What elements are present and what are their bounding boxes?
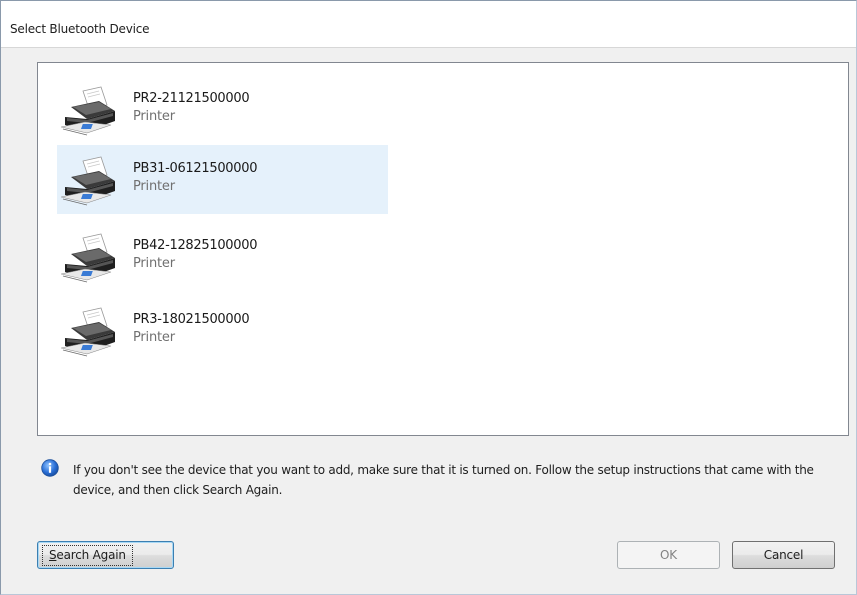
focus-rectangle: Search Again xyxy=(42,545,133,566)
device-name: PR3-18021500000 xyxy=(133,312,250,327)
device-type: Printer xyxy=(133,109,175,124)
dialog-header: Select Bluetooth Device xyxy=(1,1,856,48)
search-again-button[interactable]: Search Again xyxy=(37,541,174,569)
device-list[interactable]: PR2-21121500000 Printer PB31-06121500000… xyxy=(37,62,849,436)
device-type: Printer xyxy=(133,330,175,345)
device-name: PR2-21121500000 xyxy=(133,91,250,106)
printer-icon xyxy=(61,306,119,358)
device-type: Printer xyxy=(133,179,175,194)
device-item-2[interactable]: PB42-12825100000 Printer xyxy=(57,222,388,291)
search-again-label: earch Again xyxy=(56,548,126,562)
device-name: PB42-12825100000 xyxy=(133,238,258,253)
device-item-0[interactable]: PR2-21121500000 Printer xyxy=(57,75,388,144)
device-type: Printer xyxy=(133,256,175,271)
ok-button[interactable]: OK xyxy=(617,541,720,569)
printer-icon xyxy=(61,232,119,284)
select-bluetooth-device-dialog: Select Bluetooth Device PR2-21121500000 … xyxy=(0,0,857,595)
device-name: PB31-06121500000 xyxy=(133,161,258,176)
info-icon xyxy=(41,459,59,477)
printer-icon xyxy=(61,85,119,137)
device-item-1[interactable]: PB31-06121500000 Printer xyxy=(57,145,388,214)
cancel-button[interactable]: Cancel xyxy=(732,541,835,569)
dialog-title: Select Bluetooth Device xyxy=(10,22,150,36)
printer-icon xyxy=(61,155,119,207)
info-message: If you don't see the device that you wan… xyxy=(73,463,814,497)
device-item-3[interactable]: PR3-18021500000 Printer xyxy=(57,296,388,365)
